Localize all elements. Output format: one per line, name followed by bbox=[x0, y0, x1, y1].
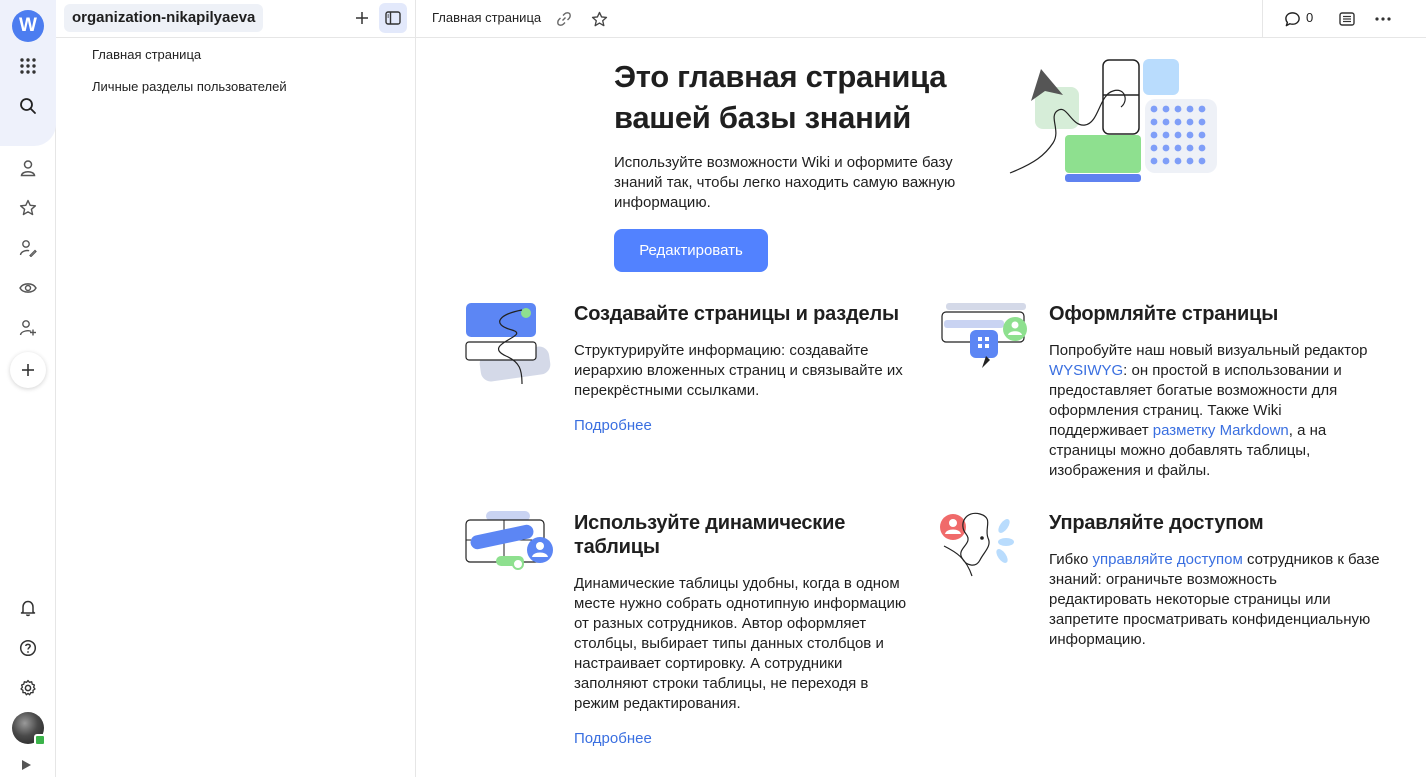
hero-desc-line3: информацию. bbox=[614, 194, 711, 211]
more-icon[interactable] bbox=[1369, 5, 1397, 33]
create-button[interactable] bbox=[10, 352, 46, 388]
navigation-tree: organization-nikapilyaeva Главная страни… bbox=[56, 0, 416, 777]
section-title-create: Создавайте страницы и разделы bbox=[574, 303, 899, 325]
section-body-tables: Динамические таблицы удобны, когда в одн… bbox=[574, 574, 906, 714]
section-tables-line7: режим редактирования. bbox=[574, 695, 741, 712]
access-control-illustration bbox=[940, 512, 1014, 577]
help-icon[interactable] bbox=[14, 634, 42, 662]
edit-button[interactable]: Редактировать bbox=[614, 229, 768, 272]
section-access-line1-post: сотрудников к базе bbox=[1242, 551, 1380, 568]
manage-access-link[interactable]: управляйте доступом bbox=[1093, 551, 1243, 568]
section-format-line5: поддерживает разметку Markdown, а на bbox=[1049, 421, 1368, 441]
section-title-format: Оформляйте страницы bbox=[1049, 303, 1279, 325]
section-format-line1: Попробуйте наш новый визуальный редактор bbox=[1049, 342, 1368, 359]
section-body-format: Попробуйте наш новый визуальный редактор… bbox=[1049, 341, 1368, 481]
section-tables-line2: месте нужно собрать однотипную информаци… bbox=[574, 595, 907, 612]
section-create-line3: перекрёстными ссылками. bbox=[574, 382, 760, 399]
pen-user-icon[interactable] bbox=[14, 234, 42, 262]
user-icon[interactable] bbox=[14, 154, 42, 182]
status-badge bbox=[34, 734, 46, 746]
more-link-create[interactable]: Подробнее bbox=[574, 417, 652, 434]
gear-icon[interactable] bbox=[14, 674, 42, 702]
logo-letter: W bbox=[19, 15, 37, 36]
section-format-line3: предоставляет богатые возможности для bbox=[1049, 382, 1338, 399]
section-access-line4: запретите просматривать конфиденциальную bbox=[1049, 611, 1371, 628]
star-icon[interactable] bbox=[14, 194, 42, 222]
section-title-access: Управляйте доступом bbox=[1049, 512, 1264, 534]
page-header: Главная страница 0 bbox=[416, 0, 1426, 38]
section-tables-title-line1: Используйте динамические bbox=[574, 512, 846, 534]
section-create-line1: Структурируйте информацию: создавайте bbox=[574, 342, 869, 359]
markdown-link[interactable]: разметку Markdown bbox=[1153, 422, 1289, 439]
section-access-line3: редактировать некоторые страницы или bbox=[1049, 591, 1331, 608]
org-name[interactable]: organization-nikapilyaeva bbox=[64, 4, 264, 32]
search-icon[interactable] bbox=[14, 92, 42, 120]
section-tables-title-line2: таблицы bbox=[574, 536, 660, 558]
pages-sections-illustration bbox=[465, 303, 551, 385]
hero-desc-line1: Используйте возможности Wiki и оформите … bbox=[614, 154, 953, 171]
hero-illustration bbox=[1009, 59, 1217, 182]
section-access-line1: Гибко управляйте доступом сотрудников к … bbox=[1049, 550, 1380, 570]
tree-header: organization-nikapilyaeva bbox=[56, 0, 416, 38]
header-divider bbox=[1262, 0, 1263, 38]
section-tables-line4: столбцы, выбирает типы данных столбцов и bbox=[574, 635, 884, 652]
section-access-line2: знаний: ограничьте возможность bbox=[1049, 571, 1277, 588]
section-format-line5-pre: поддерживает bbox=[1049, 422, 1153, 439]
more-link-tables[interactable]: Подробнее bbox=[574, 730, 652, 747]
section-tables-line1: Динамические таблицы удобны, когда в одн… bbox=[574, 575, 900, 592]
section-format-line4: оформления страниц. Также Wiki bbox=[1049, 402, 1282, 419]
section-body-access: Гибко управляйте доступом сотрудников к … bbox=[1049, 550, 1380, 650]
table-of-contents-icon[interactable] bbox=[1333, 5, 1361, 33]
section-format-line5-post: , а на bbox=[1288, 422, 1327, 439]
hero-title-line2: вашей базы знаний bbox=[614, 100, 912, 135]
tree-item-user-sections[interactable]: Личные разделы пользователей bbox=[92, 79, 287, 94]
left-rail: W bbox=[0, 0, 56, 777]
section-tables-line3: от разных сотрудников. Автор оформляет bbox=[574, 615, 867, 632]
tree-item-main-page[interactable]: Главная страница bbox=[92, 47, 201, 62]
page-title: Главная страница bbox=[432, 10, 542, 25]
formatting-illustration bbox=[941, 303, 1027, 368]
section-body-create: Структурируйте информацию: создавайте ие… bbox=[574, 341, 903, 401]
section-format-line2: WYSIWYG: он простой в использовании и bbox=[1049, 361, 1368, 381]
hero-title-line1: Это главная страница bbox=[614, 59, 947, 94]
plus-icon bbox=[22, 364, 34, 376]
wysiwyg-link[interactable]: WYSIWYG bbox=[1049, 362, 1123, 379]
toggle-sidebar-button[interactable] bbox=[379, 3, 407, 33]
section-tables-line5: настраивает сортировку. А сотрудники bbox=[574, 655, 843, 672]
hero-desc-line2: знаний так, чтобы легко находить самую в… bbox=[614, 174, 956, 191]
link-icon[interactable] bbox=[550, 5, 578, 33]
expand-rail-icon[interactable] bbox=[22, 760, 31, 770]
section-access-line1-pre: Гибко bbox=[1049, 551, 1093, 568]
add-page-button[interactable] bbox=[348, 4, 376, 32]
section-access-line5: информацию. bbox=[1049, 631, 1146, 648]
section-format-line2-rest: : он простой в использовании и bbox=[1123, 362, 1342, 379]
plus-icon bbox=[356, 12, 368, 24]
comment-icon[interactable] bbox=[1278, 5, 1306, 33]
section-format-line6: страницы можно добавлять таблицы, bbox=[1049, 442, 1311, 459]
comments-count: 0 bbox=[1306, 10, 1314, 25]
section-tables-line6: заполняют строки таблицы, не переходя в bbox=[574, 675, 869, 692]
section-title-tables: Используйте динамические таблицы bbox=[574, 511, 845, 559]
hero-description: Используйте возможности Wiki и оформите … bbox=[614, 153, 966, 213]
add-user-icon[interactable] bbox=[14, 314, 42, 342]
apps-grid-icon[interactable] bbox=[14, 52, 42, 80]
star-icon[interactable] bbox=[585, 5, 613, 33]
dynamic-tables-illustration bbox=[465, 511, 553, 570]
section-format-line7: изображения и файлы. bbox=[1049, 462, 1211, 479]
section-create-line2: иерархию вложенных страниц и связывайте … bbox=[574, 362, 903, 379]
sidebar-panel-icon bbox=[385, 11, 401, 25]
hero-title: Это главная страница вашей базы знаний bbox=[614, 56, 974, 138]
bell-icon[interactable] bbox=[14, 594, 42, 622]
wiki-logo[interactable]: W bbox=[12, 10, 44, 42]
eye-icon[interactable] bbox=[14, 274, 42, 302]
